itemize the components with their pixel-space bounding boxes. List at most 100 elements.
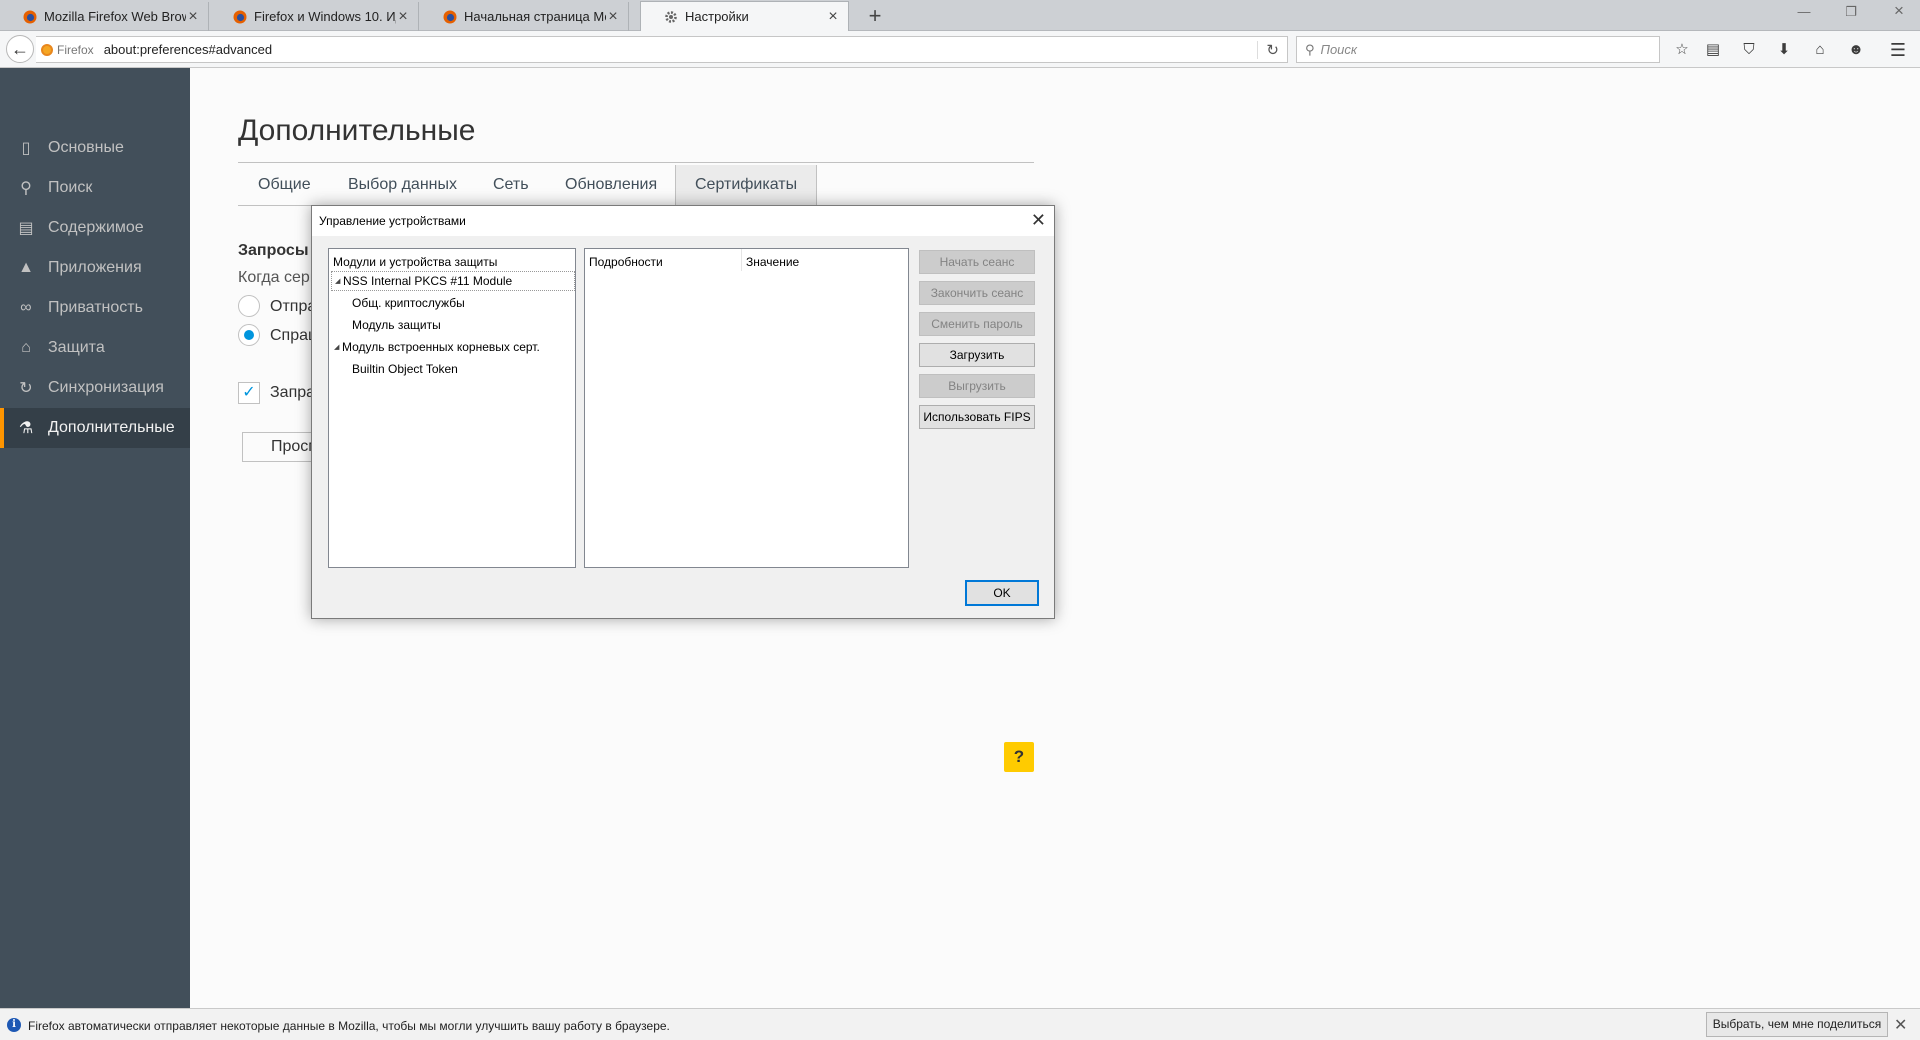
device-manager-dialog: Управление устройствами ✕ Модули и устро… [311,205,1055,619]
sidebar-item-security[interactable]: ⌂ Защита [0,328,190,368]
tree-item-label: Builtin Object Token [352,362,458,376]
hello-chat-icon[interactable]: ☻ [1845,39,1867,61]
info-icon: i [7,1018,21,1032]
tree-item[interactable]: Модуль защиты [331,315,575,335]
sidebar-item-advanced[interactable]: ⚗ Дополнительные [0,408,190,448]
sync-icon: ↻ [19,380,33,397]
expand-triangle-icon[interactable]: ◢ [335,277,343,285]
menu-hamburger-icon[interactable]: ☰ [1887,39,1909,61]
security-modules-tree[interactable]: Модули и устройства защиты ◢ NSS Interna… [328,248,576,568]
sidebar-item-applications[interactable]: ▲ Приложения [0,248,190,288]
checkbox-label: Запра [270,384,316,401]
tab-title: Firefox и Windows 10. Иде... [254,9,396,24]
data-reporting-notification: i Firefox автоматически отправляет некот… [0,1008,1920,1040]
radio-label: Отпра [270,298,317,315]
browser-tab-active[interactable]: Настройки × [640,1,849,31]
column-separator[interactable] [741,249,742,271]
title-divider [238,162,1034,163]
help-button[interactable]: ? [1004,742,1034,772]
expand-triangle-icon[interactable]: ◢ [334,343,342,351]
identity-label: Firefox [57,42,94,57]
home-icon[interactable]: ⌂ [1809,39,1831,61]
ocsp-checkbox[interactable]: ✓ [238,382,260,404]
login-button[interactable]: Начать сеанс [919,250,1035,274]
tab-general[interactable]: Общие [239,165,330,205]
search-placeholder: Поиск [1320,42,1358,57]
sidebar-item-label: Защита [48,339,105,356]
close-tab-icon[interactable]: × [396,8,410,24]
sidebar-item-label: Дополнительные [48,419,175,436]
notification-text: Firefox автоматически отправляет некотор… [28,1019,670,1033]
window-close-icon[interactable]: × [1884,1,1914,21]
section-heading: Запросы [238,242,309,259]
bookmarks-list-icon[interactable]: ▤ [1702,39,1724,61]
tree-item[interactable]: ◢ NSS Internal PKCS #11 Module [331,271,575,291]
general-icon: ▯ [21,140,31,157]
pocket-icon[interactable]: ⛉ [1738,39,1760,61]
section-description: Когда серв [238,269,319,286]
bookmark-star-icon[interactable]: ☆ [1671,39,1693,61]
reload-icon[interactable]: ↻ [1257,41,1279,59]
applications-icon: ▲ [18,259,34,276]
dialog-titlebar: Управление устройствами ✕ [312,206,1054,236]
close-tab-icon[interactable]: × [606,8,620,24]
minimize-icon[interactable]: — [1789,4,1819,19]
choose-what-to-share-button[interactable]: Выбрать, чем мне поделиться [1706,1012,1888,1037]
firefox-icon [233,10,247,24]
tab-title: Настройки [685,9,749,24]
load-button[interactable]: Загрузить [919,343,1035,367]
tree-item-label: Модуль встроенных корневых серт. [342,340,540,354]
page-title: Дополнительные [238,114,476,147]
tab-data-choices[interactable]: Выбор данных [329,165,476,205]
back-button[interactable]: ← [6,35,34,63]
sidebar-item-privacy[interactable]: ∞ Приватность [0,288,190,328]
browser-tab[interactable]: Firefox и Windows 10. Иде... × [210,2,419,31]
restore-icon[interactable]: ❐ [1836,4,1866,20]
close-icon[interactable]: ✕ [1031,210,1046,231]
change-password-button[interactable]: Сменить пароль [919,312,1035,336]
new-tab-plus-icon[interactable]: + [863,3,887,29]
close-tab-icon[interactable]: × [826,8,840,24]
sidebar-item-label: Основные [48,139,124,156]
search-icon: ⚲ [1305,41,1315,57]
tree-item[interactable]: ◢ Модуль встроенных корневых серт. [331,337,575,357]
firefox-icon [23,10,37,24]
sidebar-item-search[interactable]: ⚲ Поиск [0,168,190,208]
details-table[interactable]: Подробности Значение [584,248,909,568]
sidebar-item-label: Синхронизация [48,379,164,396]
tab-network[interactable]: Сеть [474,165,548,205]
url-bar[interactable]: Firefox about:preferences#advanced ↻ [36,36,1288,63]
tab-title: Mozilla Firefox Web Brows... [44,9,186,24]
downloads-icon[interactable]: ⬇ [1773,39,1795,61]
firefox-icon [41,43,53,56]
tree-item[interactable]: Builtin Object Token [331,359,575,379]
security-lock-icon: ⌂ [21,339,31,356]
enable-fips-button[interactable]: Использовать FIPS [919,405,1035,429]
site-identity[interactable]: Firefox [41,43,94,57]
sidebar-item-sync[interactable]: ↻ Синхронизация [0,368,190,408]
browser-tab[interactable]: Mozilla Firefox Web Brows... × [0,2,209,31]
tab-title: Начальная страница Мо... [464,9,606,24]
gear-icon [665,11,677,23]
column-header-details[interactable]: Подробности [589,255,663,269]
close-icon[interactable]: ✕ [1894,1015,1907,1035]
logout-button[interactable]: Закончить сеанс [919,281,1035,305]
radio-ask-every-time[interactable] [238,324,260,346]
url-text[interactable]: about:preferences#advanced [104,42,272,57]
radio-auto-select[interactable] [238,295,260,317]
advanced-icon: ⚗ [18,420,34,437]
content-icon: ▤ [18,220,34,237]
tab-certificates[interactable]: Сертификаты [675,165,818,205]
column-header-value[interactable]: Значение [746,255,799,269]
close-tab-icon[interactable]: × [186,8,200,24]
firefox-icon [443,10,457,24]
unload-button[interactable]: Выгрузить [919,374,1035,398]
browser-tab[interactable]: Начальная страница Мо... × [420,2,629,31]
tab-update[interactable]: Обновления [546,165,676,205]
tree-item[interactable]: Общ. криптослужбы [331,293,575,313]
column-header[interactable]: Модули и устройства защиты [333,255,497,269]
sidebar-item-general[interactable]: ▯ Основные [0,128,190,168]
ok-button[interactable]: OK [965,580,1039,606]
sidebar-item-content[interactable]: ▤ Содержимое [0,208,190,248]
search-input[interactable]: ⚲ Поиск [1296,36,1660,63]
